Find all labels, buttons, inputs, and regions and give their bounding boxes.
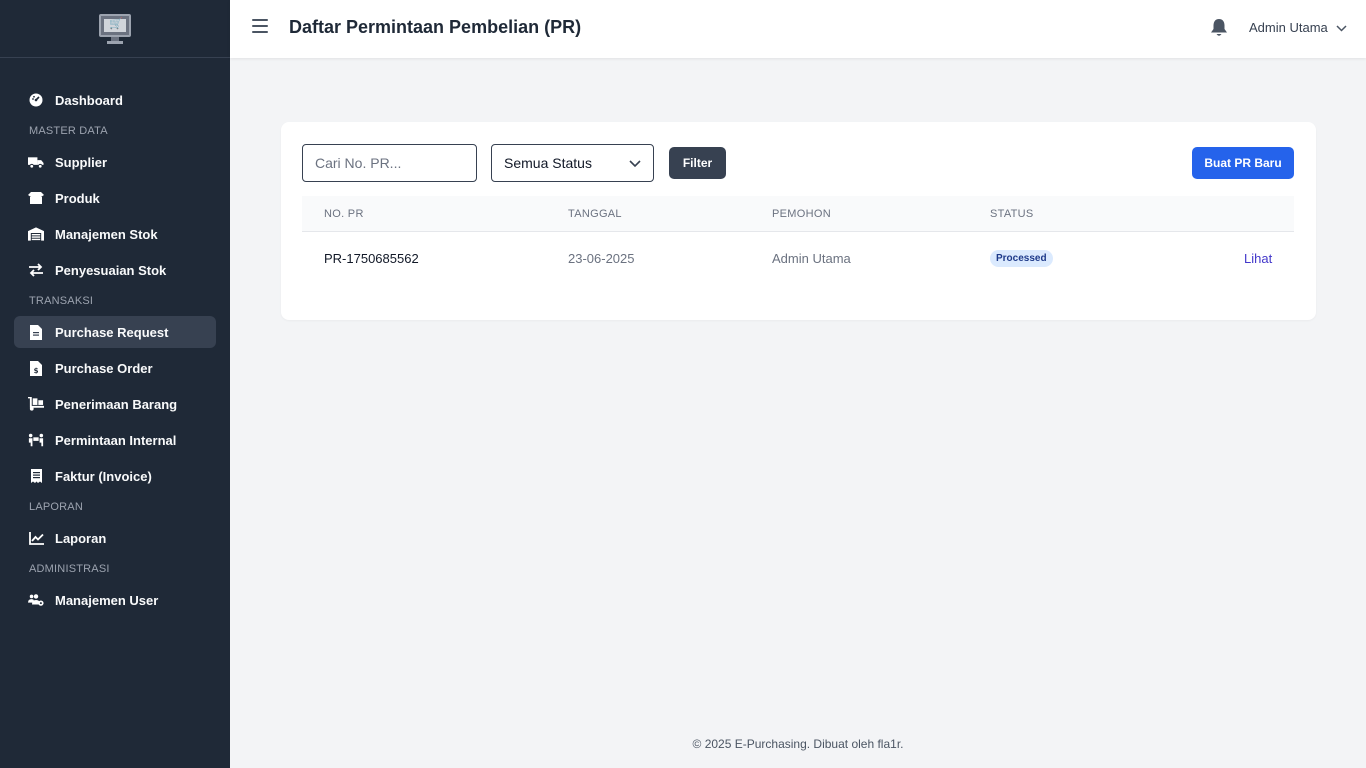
new-pr-button[interactable]: Buat PR Baru — [1192, 147, 1294, 179]
sidebar-item-label: Produk — [55, 190, 100, 206]
sidebar-item-label: Purchase Request — [55, 324, 169, 340]
exchange-icon — [28, 262, 44, 278]
sidebar-item-penyesuaian-stok[interactable]: Penyesuaian Stok — [14, 254, 216, 286]
sidebar-section-administrasi: ADMINISTRASI — [29, 563, 110, 575]
sidebar-item-manajemen-stok[interactable]: Manajemen Stok — [14, 218, 216, 250]
sidebar-item-label: Laporan — [55, 530, 107, 546]
receipt-icon — [28, 468, 44, 484]
sidebar-section-master-data: MASTER DATA — [29, 125, 108, 137]
sidebar-item-label: Penyesuaian Stok — [55, 262, 167, 278]
status-badge: Processed — [990, 250, 1053, 267]
sidebar-item-label: Supplier — [55, 154, 108, 170]
file-invoice-icon: $ — [28, 360, 44, 376]
chart-line-icon — [28, 530, 44, 546]
filter-button[interactable]: Filter — [669, 147, 726, 179]
chevron-down-icon — [1336, 20, 1347, 35]
status-select[interactable]: Semua Status — [491, 144, 654, 182]
pr-list-card: Semua Status Filter Buat PR Baru NO. PR … — [281, 122, 1316, 320]
sidebar-item-label: Permintaan Internal — [55, 432, 177, 448]
column-header-pemohon: PEMOHON — [772, 208, 831, 220]
sidebar-item-label: Faktur (Invoice) — [55, 468, 152, 484]
pr-date: 23-06-2025 — [568, 251, 635, 266]
pr-number: PR-1750685562 — [324, 251, 419, 266]
sidebar-item-penerimaan-barang[interactable]: Penerimaan Barang — [14, 388, 216, 420]
sidebar-item-label: Manajemen User — [55, 592, 159, 608]
column-header-tanggal: TANGGAL — [568, 208, 622, 220]
users-cog-icon — [28, 592, 44, 608]
sidebar-nav: Dashboard MASTER DATA Supplier Produk Ma… — [0, 58, 230, 616]
column-header-no-pr: NO. PR — [324, 208, 364, 220]
sidebar-header: 🛒 — [0, 0, 230, 58]
sidebar-item-manajemen-user[interactable]: Manajemen User — [14, 584, 216, 616]
sidebar-section-transaksi: TRANSAKSI — [29, 295, 94, 307]
truck-icon — [28, 154, 44, 170]
sidebar-item-dashboard[interactable]: Dashboard — [14, 84, 216, 116]
sidebar-section-laporan: LAPORAN — [29, 501, 83, 513]
chevron-down-icon — [629, 155, 641, 171]
footer: © 2025 E-Purchasing. Dibuat oleh fla1r. — [692, 737, 904, 751]
page-title: Daftar Permintaan Pembelian (PR) — [289, 17, 582, 37]
status-select-value: Semua Status — [504, 155, 592, 171]
sidebar-item-purchase-request[interactable]: Purchase Request — [14, 316, 216, 348]
pr-requester: Admin Utama — [772, 251, 851, 266]
sidebar: 🛒 Dashboard MASTER DATA Supplier Produk — [0, 0, 230, 768]
box-icon — [28, 190, 44, 206]
sidebar-item-label: Penerimaan Barang — [55, 396, 178, 412]
view-link[interactable]: Lihat — [1244, 251, 1272, 266]
svg-text:$: $ — [34, 367, 39, 375]
table-header: NO. PR TANGGAL PEMOHON STATUS — [302, 196, 1294, 232]
menu-toggle-icon[interactable] — [252, 19, 268, 33]
column-header-status: STATUS — [990, 208, 1034, 220]
sidebar-item-purchase-order[interactable]: $ Purchase Order — [14, 352, 216, 384]
user-name: Admin Utama — [1249, 20, 1328, 35]
warehouse-icon — [28, 226, 44, 242]
sidebar-item-permintaan-internal[interactable]: Permintaan Internal — [14, 424, 216, 456]
bell-icon[interactable] — [1210, 18, 1228, 38]
sidebar-item-produk[interactable]: Produk — [14, 182, 216, 214]
search-input[interactable] — [302, 144, 477, 182]
sidebar-item-supplier[interactable]: Supplier — [14, 146, 216, 178]
sidebar-item-label: Purchase Order — [55, 360, 153, 376]
people-carry-icon — [28, 432, 44, 448]
user-menu[interactable]: Admin Utama — [1249, 20, 1347, 35]
app-logo[interactable]: 🛒 — [99, 13, 131, 44]
sidebar-item-label: Dashboard — [55, 92, 123, 108]
table-row: PR-1750685562 23-06-2025 Admin Utama Pro… — [302, 232, 1294, 286]
dashboard-icon — [28, 92, 44, 108]
cart-icon: 🛒 — [109, 17, 123, 30]
top-bar: Daftar Permintaan Pembelian (PR) Admin U… — [230, 0, 1366, 58]
file-icon — [28, 324, 44, 340]
sidebar-item-laporan[interactable]: Laporan — [14, 522, 216, 554]
pr-table: NO. PR TANGGAL PEMOHON STATUS PR-1750685… — [302, 196, 1294, 286]
dolly-icon — [28, 396, 44, 412]
sidebar-item-faktur[interactable]: Faktur (Invoice) — [14, 460, 216, 492]
sidebar-item-label: Manajemen Stok — [55, 226, 158, 242]
